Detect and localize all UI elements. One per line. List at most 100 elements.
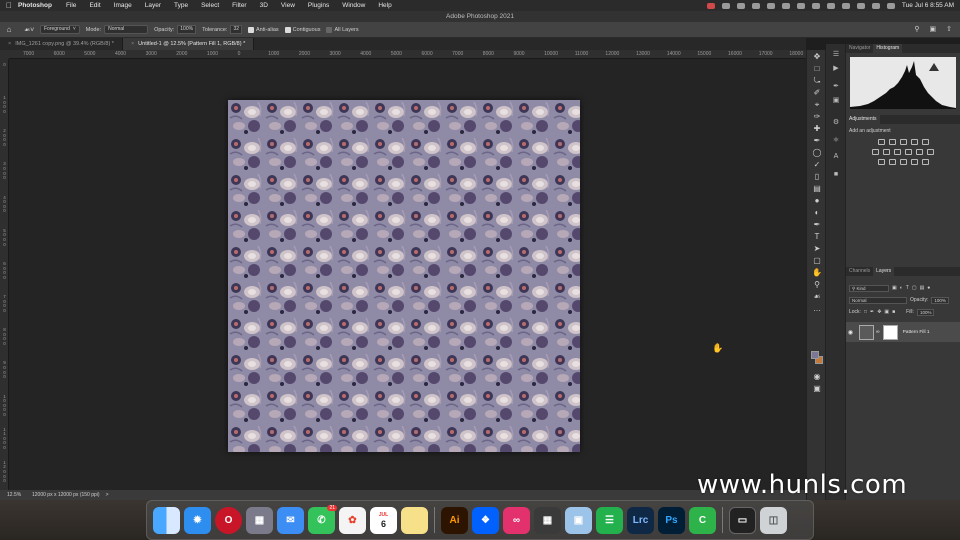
battery-icon[interactable] bbox=[796, 2, 805, 9]
actions-panel-icon[interactable]: ▶ bbox=[831, 64, 841, 74]
display-icon[interactable] bbox=[751, 2, 760, 9]
canvas-area[interactable]: ✋ bbox=[9, 59, 806, 490]
search-icon[interactable]: ⚲ bbox=[914, 25, 919, 33]
menu-select[interactable]: Select bbox=[201, 2, 219, 9]
workspace-icon[interactable]: ▣ bbox=[930, 25, 937, 33]
vertical-ruler[interactable]: 0 1000 2000 3000 4000 5000 6000 7000 8000 9000 100… bbox=[0, 59, 9, 490]
tab-navigator[interactable]: Navigator bbox=[846, 44, 873, 53]
spotlight-icon[interactable] bbox=[856, 2, 865, 9]
more-tools-icon[interactable]: … bbox=[812, 304, 822, 314]
quick-mask-icon[interactable]: ◉ bbox=[812, 372, 822, 382]
color-swatches[interactable] bbox=[811, 351, 823, 365]
menu-image[interactable]: Image bbox=[114, 2, 132, 9]
creative-cloud-menu-icon[interactable] bbox=[721, 2, 730, 9]
screen-icon[interactable]: ▭ bbox=[729, 506, 756, 534]
dodge-tool-icon[interactable]: ◐ bbox=[812, 208, 822, 218]
vibrance-icon[interactable] bbox=[921, 139, 929, 145]
threshold-icon[interactable] bbox=[899, 159, 907, 165]
tab-histogram[interactable]: Histogram bbox=[873, 44, 903, 53]
filter-smart-icon[interactable]: ▤ bbox=[920, 285, 925, 291]
color-balance-icon[interactable] bbox=[883, 149, 890, 155]
menu-help[interactable]: Help bbox=[378, 2, 391, 9]
selective-color-icon[interactable] bbox=[921, 159, 929, 165]
black-white-icon[interactable] bbox=[894, 149, 901, 155]
trash-icon[interactable]: ◫ bbox=[760, 506, 787, 534]
quick-select-tool-icon[interactable]: ✐ bbox=[812, 88, 822, 98]
photoshop-icon[interactable]: Ps bbox=[658, 506, 685, 534]
bluetooth-icon[interactable] bbox=[826, 2, 835, 9]
filter-adjust-icon[interactable]: ◐ bbox=[900, 285, 903, 291]
eraser-tool-icon[interactable]: ▯ bbox=[812, 172, 822, 182]
curves-icon[interactable] bbox=[899, 139, 907, 145]
menu-plugins[interactable]: Plugins bbox=[308, 2, 329, 9]
finder-icon[interactable] bbox=[153, 506, 180, 534]
properties-panel-icon[interactable]: ⚙ bbox=[831, 118, 841, 128]
launchpad-icon[interactable]: ▦ bbox=[246, 506, 273, 534]
fill-input[interactable]: 100% bbox=[916, 308, 935, 316]
zoom-level[interactable]: 12.5% bbox=[0, 492, 30, 498]
pattern-fill-thumbnail[interactable] bbox=[859, 324, 874, 340]
record-icon[interactable] bbox=[706, 2, 715, 9]
photo-filter-icon[interactable] bbox=[905, 149, 912, 155]
gradient-map-icon[interactable] bbox=[910, 159, 918, 165]
hand-tool-icon[interactable]: ✋ bbox=[812, 268, 822, 278]
lightroom-classic-icon[interactable]: Lrc bbox=[627, 506, 654, 534]
tab-channels[interactable]: Channels bbox=[846, 267, 873, 276]
filter-shape-icon[interactable]: ▢ bbox=[912, 285, 917, 291]
menu-layer[interactable]: Layer bbox=[145, 2, 161, 9]
layer-mask-thumbnail[interactable] bbox=[882, 324, 898, 340]
opacity-input[interactable]: 100% bbox=[177, 25, 197, 34]
close-icon[interactable]: × bbox=[8, 41, 11, 47]
opera-icon[interactable]: O bbox=[215, 506, 242, 534]
eyedropper-tool-icon[interactable]: ✑ bbox=[812, 112, 822, 122]
blend-mode-select[interactable]: Normal bbox=[849, 296, 907, 304]
exposure-icon[interactable] bbox=[910, 139, 918, 145]
calculator-icon[interactable]: ▦ bbox=[534, 506, 561, 534]
path-select-tool-icon[interactable]: ➤ bbox=[812, 244, 822, 254]
menu-filter[interactable]: Filter bbox=[232, 2, 246, 9]
screen-mode-icon[interactable]: ▣ bbox=[812, 384, 822, 394]
menu-window[interactable]: Window bbox=[342, 2, 365, 9]
fill-source-select[interactable]: Foreground ˅ bbox=[40, 25, 80, 34]
glyphs-panel-icon[interactable]: ⚛ bbox=[831, 136, 841, 146]
layer-opacity-input[interactable]: 100% bbox=[931, 296, 949, 304]
screen-record-icon[interactable] bbox=[781, 2, 790, 9]
tab-layers[interactable]: Layers bbox=[873, 267, 895, 276]
lock-position-icon[interactable]: ✥ bbox=[877, 309, 881, 315]
tab-untitled-1[interactable]: × Untitled-1 @ 12.5% (Pattern Fill 1, RGB… bbox=[122, 38, 255, 50]
healing-brush-tool-icon[interactable]: ✚ bbox=[812, 124, 822, 134]
blur-tool-icon[interactable]: ● bbox=[812, 196, 822, 206]
mail-icon[interactable]: ✉ bbox=[277, 506, 304, 534]
illustrator-icon[interactable]: Ai bbox=[441, 506, 468, 534]
brush-settings-icon[interactable]: ✒ bbox=[831, 82, 841, 92]
messages-icon[interactable]: ✆ 21 bbox=[308, 504, 337, 534]
mode-select[interactable]: Normal bbox=[104, 25, 149, 34]
status-more-button[interactable]: > bbox=[106, 492, 109, 498]
menu-clock[interactable]: Tue Jul 6 8:55 AM bbox=[902, 2, 954, 9]
layer-row-pattern-fill[interactable]: ◉ ∞ Pattern Fill 1 bbox=[846, 322, 960, 342]
rectangle-tool-icon[interactable]: ▢ bbox=[812, 256, 822, 266]
wifi-icon[interactable] bbox=[841, 2, 850, 9]
libraries-panel-icon[interactable]: ■ bbox=[831, 170, 841, 180]
gradient-tool-icon[interactable]: ▤ bbox=[812, 184, 822, 194]
tolerance-input[interactable]: 32 bbox=[230, 25, 243, 34]
coda-icon[interactable]: C bbox=[689, 506, 716, 534]
channel-mixer-icon[interactable] bbox=[916, 149, 923, 155]
all-layers-checkbox[interactable] bbox=[326, 26, 333, 33]
share-icon[interactable]: ⇧ bbox=[946, 25, 952, 33]
layer-name[interactable]: Pattern Fill 1 bbox=[903, 330, 930, 335]
lock-transparent-icon[interactable]: □ bbox=[864, 309, 867, 315]
filter-toggle-icon[interactable]: ● bbox=[927, 285, 930, 291]
calendar-icon[interactable]: JUL 6 bbox=[370, 506, 397, 534]
paint-bucket-icon[interactable]: ☙˅ bbox=[18, 26, 40, 34]
all-layers-checkbox-group[interactable]: All Layers bbox=[326, 26, 359, 33]
tab-adjustments[interactable]: Adjustments bbox=[846, 115, 880, 124]
invert-icon[interactable] bbox=[877, 159, 885, 165]
levels-icon[interactable] bbox=[888, 139, 896, 145]
brightness-icon[interactable] bbox=[877, 139, 885, 145]
document-canvas[interactable] bbox=[228, 100, 580, 452]
contiguous-checkbox-group[interactable]: Contiguous bbox=[284, 26, 320, 33]
dropbox-icon[interactable]: ❖ bbox=[472, 506, 499, 534]
zoom-tool-icon[interactable]: ⚲ bbox=[812, 280, 822, 290]
menu-app-name[interactable]: Photoshop bbox=[18, 2, 52, 9]
